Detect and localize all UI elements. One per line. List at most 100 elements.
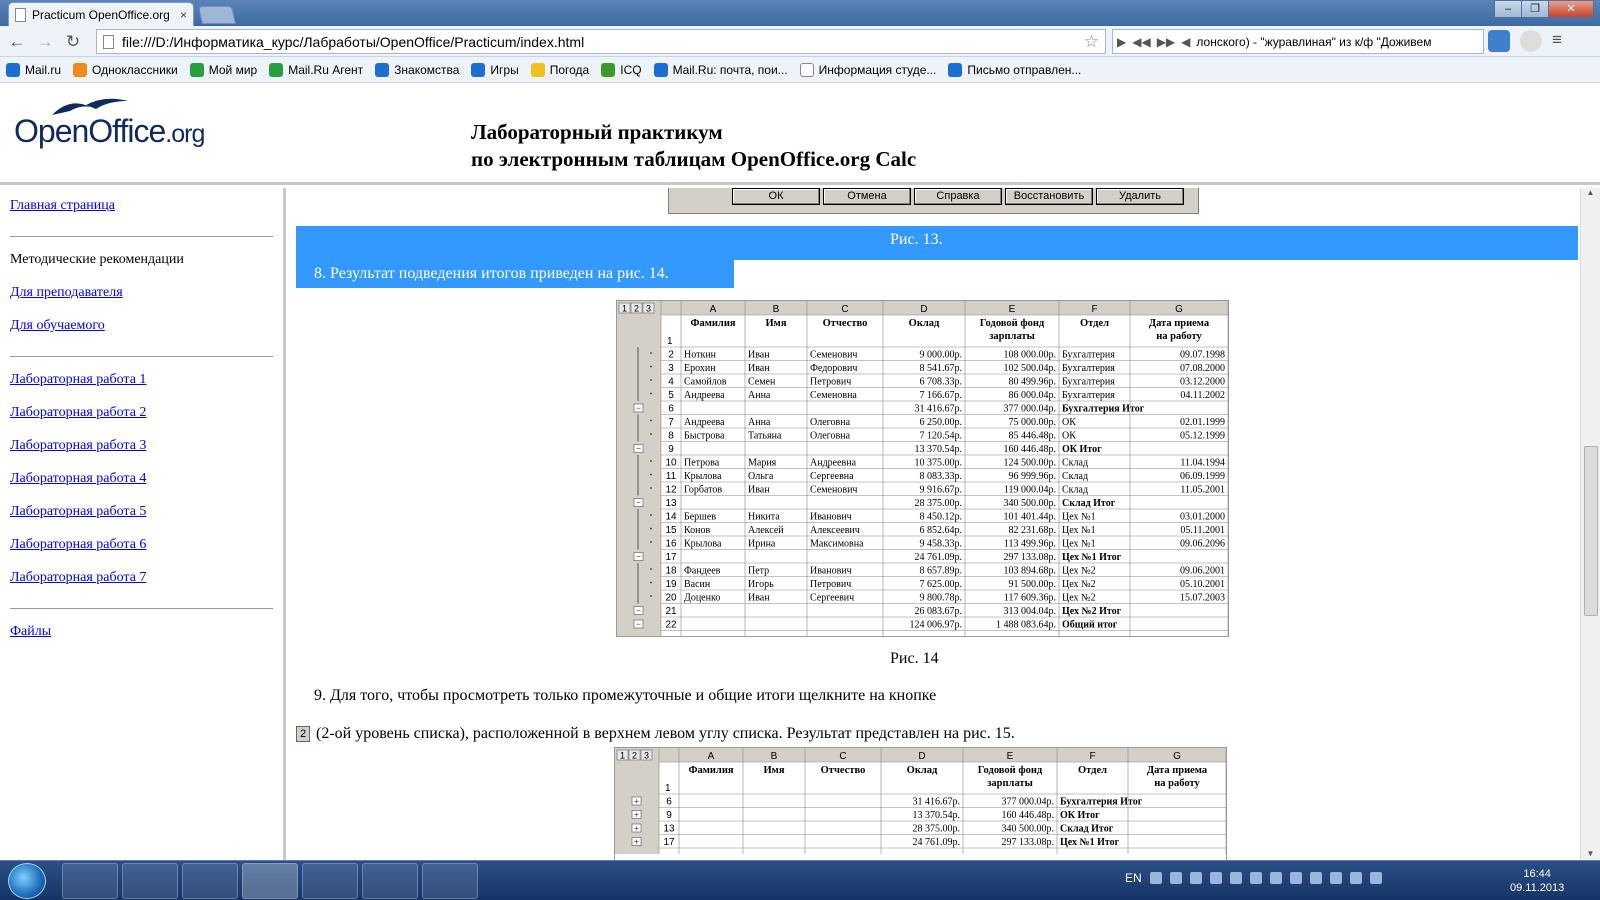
row-number: 2 bbox=[668, 350, 674, 361]
dialog-screenshot-buttons: ОК Отмена Справка Восстановить Удалить bbox=[668, 188, 1199, 214]
row-number: 1 bbox=[665, 783, 671, 794]
outline-dot bbox=[650, 541, 652, 543]
header-cell: Отчество bbox=[821, 765, 866, 776]
row-number: 8 bbox=[668, 431, 674, 442]
scroll-down-icon[interactable]: ▼ bbox=[1581, 849, 1600, 858]
signal-icon[interactable] bbox=[1349, 872, 1362, 884]
network-icon[interactable] bbox=[1229, 872, 1242, 884]
browser-titlebar: Practicum OpenOffice.org × ‒ ❐ ✕ bbox=[0, 0, 1600, 26]
nav-lab-6-link[interactable]: Лабораторная работа 6 bbox=[10, 537, 273, 570]
bookmark-item[interactable]: Mail.ru bbox=[6, 62, 61, 77]
row-number: 7 bbox=[668, 417, 674, 428]
nav-lab-7-link[interactable]: Лабораторная работа 7 bbox=[10, 570, 273, 603]
tab-close-icon[interactable]: × bbox=[180, 8, 187, 22]
header-cell: Оклад bbox=[907, 765, 938, 776]
cell-value: 119 000.04р. bbox=[1004, 485, 1056, 496]
play-icon[interactable]: ▶ bbox=[1117, 35, 1126, 49]
forward-icon[interactable]: → bbox=[34, 32, 56, 52]
close-window-button[interactable]: ✕ bbox=[1548, 0, 1594, 18]
start-button[interactable] bbox=[8, 863, 46, 899]
level-label: 2 bbox=[634, 304, 639, 314]
flag-icon[interactable] bbox=[1249, 872, 1262, 884]
divider bbox=[10, 356, 273, 357]
cell-value: Бухгалтерия bbox=[1062, 390, 1115, 401]
bluetooth-icon[interactable] bbox=[1209, 872, 1222, 884]
address-bar[interactable]: file:///D:/Информатика_курс/Лабработы/Op… bbox=[96, 29, 1106, 54]
cell-value: 31 416.67р. bbox=[915, 404, 963, 415]
bookmark-item[interactable]: Письмо отправлен... bbox=[948, 62, 1081, 77]
nav-files-link[interactable]: Файлы bbox=[10, 624, 273, 657]
bookmark-item[interactable]: Одноклассники bbox=[73, 62, 178, 77]
header-cell: Имя bbox=[764, 765, 785, 776]
row-number: 14 bbox=[665, 512, 677, 523]
bookmark-item[interactable]: Mail.Ru: почта, пои... bbox=[653, 62, 788, 77]
new-tab-button[interactable] bbox=[198, 6, 236, 24]
bookmark-item[interactable]: Mail.Ru Агент bbox=[269, 62, 363, 77]
cell-value: Горбатов bbox=[684, 485, 722, 496]
chrome-taskbar-icon[interactable] bbox=[242, 863, 298, 899]
help-icon[interactable] bbox=[1149, 872, 1162, 884]
bookmark-item[interactable]: Знакомства bbox=[375, 62, 459, 77]
cell-value: Анна bbox=[748, 417, 771, 428]
fast-forward-icon[interactable]: ▶▶ bbox=[1157, 35, 1175, 49]
ie-taskbar-icon[interactable] bbox=[302, 863, 358, 899]
scrollbar-thumb[interactable] bbox=[1584, 446, 1598, 616]
scroll-up-icon[interactable]: ▲ bbox=[1581, 188, 1600, 197]
nav-home-link[interactable]: Главная страница bbox=[10, 198, 273, 231]
bookmark-label: Игры bbox=[490, 62, 519, 77]
collapse-symbol: − bbox=[636, 444, 641, 454]
tray-icon[interactable] bbox=[1169, 872, 1182, 884]
volume-icon[interactable] bbox=[1369, 872, 1382, 884]
tray-icon[interactable] bbox=[1269, 872, 1282, 884]
bookmark-star-icon[interactable]: ☆ bbox=[1084, 32, 1099, 52]
nav-lab-3-link[interactable]: Лабораторная работа 3 bbox=[10, 438, 273, 471]
nav-teacher-link[interactable]: Для преподавателя bbox=[10, 285, 273, 318]
header-cell: Годовой фонд bbox=[980, 318, 1045, 329]
explorer-taskbar-icon[interactable] bbox=[62, 863, 118, 899]
cell-value: Бухгалтерия bbox=[1062, 350, 1115, 361]
rewind-icon[interactable]: ◀◀ bbox=[1132, 35, 1150, 49]
user-icon[interactable] bbox=[1520, 30, 1542, 52]
cell-value: 24 761.09р. bbox=[915, 552, 963, 563]
cell-value: 10 375.00р. bbox=[915, 458, 963, 469]
cell-value: 124 500.00р. bbox=[1004, 458, 1057, 469]
expand-symbol: + bbox=[634, 837, 639, 847]
cell-value: 13 370.54р. bbox=[913, 810, 961, 821]
volume-icon[interactable]: ◀ bbox=[1181, 35, 1190, 49]
bookmark-item[interactable]: Мой мир bbox=[189, 62, 257, 77]
tray-icon[interactable] bbox=[1289, 872, 1302, 884]
maximize-button[interactable]: ❐ bbox=[1521, 0, 1549, 18]
cell-value: 28 375.00р. bbox=[913, 824, 961, 835]
nav-lab-1-link[interactable]: Лабораторная работа 1 bbox=[10, 372, 273, 405]
minimize-button[interactable]: ‒ bbox=[1494, 0, 1522, 18]
mail-agent-taskbar-icon[interactable] bbox=[182, 863, 238, 899]
reload-icon[interactable]: ↻ bbox=[62, 32, 84, 52]
nav-lab-5-link[interactable]: Лабораторная работа 5 bbox=[10, 504, 273, 537]
nav-lab-2-link[interactable]: Лабораторная работа 2 bbox=[10, 405, 273, 438]
media-player-bar[interactable]: ▶ ◀◀ ▶▶ ◀ лонского) - "журавлиная" из к/… bbox=[1112, 29, 1484, 54]
vertical-scrollbar[interactable]: ▲ ▼ bbox=[1580, 188, 1600, 860]
back-icon[interactable]: ← bbox=[6, 32, 28, 52]
media-player-taskbar-icon[interactable] bbox=[122, 863, 178, 899]
bookmark-item[interactable]: ICQ bbox=[601, 62, 642, 77]
browser-tab[interactable]: Practicum OpenOffice.org × bbox=[8, 2, 194, 26]
bookmark-icon bbox=[601, 62, 616, 77]
clock[interactable]: 16:44 09.11.2013 bbox=[1510, 867, 1564, 895]
tray-icon[interactable] bbox=[1309, 872, 1322, 884]
nav-lab-4-link[interactable]: Лабораторная работа 4 bbox=[10, 471, 273, 504]
tray-icon[interactable] bbox=[1189, 872, 1202, 884]
cell-value: ОК bbox=[1062, 431, 1076, 442]
language-indicator[interactable]: EN bbox=[1125, 871, 1142, 885]
nav-student-link[interactable]: Для обучаемого bbox=[10, 318, 273, 351]
menu-icon[interactable]: ≡ bbox=[1552, 30, 1574, 52]
bookmark-item[interactable]: Погода bbox=[530, 62, 589, 77]
bookmark-label: Одноклассники bbox=[92, 62, 178, 77]
tray-icon[interactable] bbox=[1329, 872, 1342, 884]
bookmark-item[interactable]: Информация студе... bbox=[799, 62, 936, 77]
cell-value: Общий итог bbox=[1062, 620, 1118, 631]
skype-taskbar-icon[interactable] bbox=[362, 863, 418, 899]
word-taskbar-icon[interactable] bbox=[422, 863, 478, 899]
extension-icon[interactable] bbox=[1488, 30, 1510, 52]
bookmark-item[interactable]: Игры bbox=[471, 62, 519, 77]
delete-button: Удалить bbox=[1096, 188, 1184, 205]
